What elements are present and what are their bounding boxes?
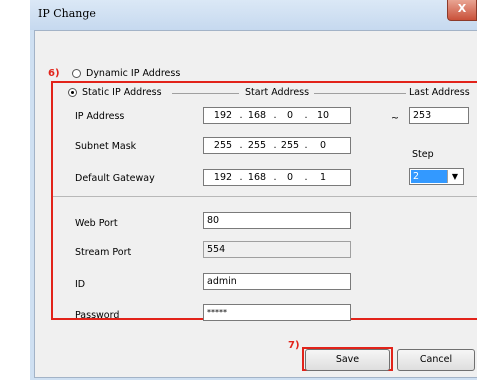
ip-segment: 255	[213, 140, 233, 151]
stream-port-label: Stream Port	[75, 247, 132, 258]
step-select[interactable]: 2 ▼	[409, 168, 464, 185]
default-gateway-label: Default Gateway	[75, 173, 155, 184]
cancel-button[interactable]: Cancel	[397, 349, 475, 371]
password-input[interactable]: *****	[203, 304, 351, 321]
default-gateway-input[interactable]: 192 . 168 . 0 . 1	[203, 169, 351, 186]
ip-segment: 0	[286, 172, 294, 183]
save-button[interactable]: Save	[305, 349, 390, 371]
range-tilde: ~	[391, 113, 399, 124]
header-divider	[314, 93, 406, 94]
web-port-label: Web Port	[75, 218, 118, 229]
ip-segment: 168	[247, 172, 267, 183]
dynamic-ip-label: Dynamic IP Address	[86, 68, 181, 79]
last-address-input[interactable]: 253	[409, 107, 469, 124]
static-ip-label: Static IP Address	[82, 87, 162, 98]
id-input[interactable]: admin	[203, 273, 351, 290]
step-selected-value: 2	[411, 170, 447, 183]
dialog-body: 6) Dynamic IP Address Static IP Address …	[34, 30, 477, 378]
close-button[interactable]: X	[447, 0, 477, 21]
ip-segment: 0	[286, 110, 294, 121]
dynamic-ip-radio[interactable]	[72, 69, 81, 78]
ip-segment: 192	[213, 172, 233, 183]
ip-change-window: IP Change X 6) Dynamic IP Address Static…	[30, 0, 477, 380]
static-ip-radio[interactable]	[68, 88, 77, 97]
id-label: ID	[75, 279, 86, 290]
header-divider	[172, 93, 239, 94]
subnet-mask-input[interactable]: 255 . 255 . 255 . 0	[203, 137, 351, 154]
ip-segment: 1	[319, 172, 327, 183]
ip-segment: 255	[280, 140, 300, 151]
last-address-header: Last Address	[409, 87, 470, 98]
window-title: IP Change	[38, 7, 96, 20]
annotation-marker-6: 6)	[48, 68, 60, 79]
annotation-marker-7: 7)	[288, 340, 300, 351]
ip-address-input[interactable]: 192 . 168 . 0 . 10	[203, 107, 351, 124]
step-label: Step	[412, 149, 434, 160]
stream-port-input: 554	[203, 241, 351, 258]
title-bar: IP Change X	[30, 0, 477, 30]
chevron-down-icon[interactable]: ▼	[447, 170, 462, 183]
ip-segment: 255	[247, 140, 267, 151]
ip-segment: 168	[247, 110, 267, 121]
password-label: Password	[75, 310, 120, 321]
section-divider	[53, 196, 477, 197]
start-address-header: Start Address	[245, 87, 310, 98]
ip-segment: 0	[319, 140, 327, 151]
ip-address-label: IP Address	[75, 111, 125, 122]
close-icon: X	[457, 2, 467, 15]
subnet-mask-label: Subnet Mask	[75, 141, 137, 152]
web-port-input[interactable]: 80	[203, 212, 351, 229]
ip-segment: 10	[316, 110, 330, 121]
ip-segment: 192	[213, 110, 233, 121]
